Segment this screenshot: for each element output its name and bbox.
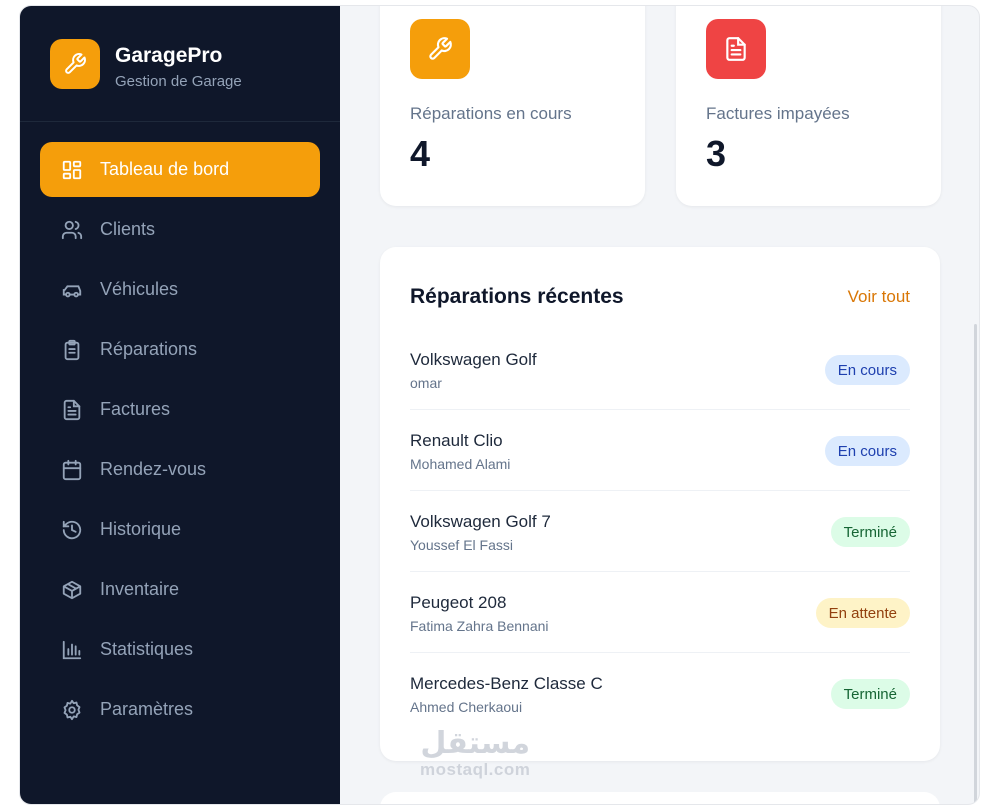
vehicle-name: Volkswagen Golf 7	[410, 512, 551, 531]
brand-subtitle: Gestion de Garage	[115, 73, 242, 90]
sidebar-item-tableau-de-bord[interactable]: Tableau de bord	[40, 142, 320, 197]
watermark: مستقل mostaql.com	[420, 728, 530, 780]
watermark-latin: mostaql.com	[420, 760, 531, 779]
app-window: GaragePro Gestion de Garage Tableau de b…	[19, 5, 980, 805]
next-card	[380, 792, 940, 804]
sidebar-item-factures[interactable]: Factures	[40, 382, 320, 437]
file-icon	[706, 19, 766, 79]
sidebar-item-label: Inventaire	[100, 579, 180, 599]
sidebar-item-label: Réparations	[100, 339, 198, 359]
status-badge: Terminé	[830, 517, 910, 547]
list-item[interactable]: Volkswagen Golf omar En cours	[410, 329, 910, 410]
list-item[interactable]: Peugeot 208 Fatima Zahra Bennani En atte…	[410, 572, 910, 653]
main-content: Réparations en cours 4 Factures impayées…	[340, 6, 979, 804]
sidebar: GaragePro Gestion de Garage Tableau de b…	[20, 6, 340, 804]
vehicle-name: Volkswagen Golf	[410, 350, 537, 369]
clipboard-icon	[60, 338, 84, 362]
stat-label: Factures impayées	[706, 104, 850, 123]
vehicle-name: Renault Clio	[410, 431, 503, 450]
file-icon	[60, 398, 84, 422]
brand-name: GaragePro	[115, 44, 223, 67]
list-item[interactable]: Renault Clio Mohamed Alami En cours	[410, 410, 910, 491]
repairs-list: Volkswagen Golf omar En cours Renault Cl…	[410, 329, 910, 734]
stat-value: 3	[706, 133, 727, 174]
client-name: omar	[410, 375, 442, 391]
sidebar-item-label: Historique	[100, 519, 182, 539]
client-name: Fatima Zahra Bennani	[410, 618, 549, 634]
panel-title: Réparations récentes	[410, 285, 624, 308]
stat-value: 4	[410, 133, 431, 174]
list-item[interactable]: Volkswagen Golf 7 Youssef El Fassi Termi…	[410, 491, 910, 572]
sidebar-item-label: Paramètres	[100, 699, 194, 719]
sidebar-item-inventaire[interactable]: Inventaire	[40, 562, 320, 617]
client-name: Youssef El Fassi	[410, 537, 513, 553]
scrollbar[interactable]	[974, 324, 977, 804]
dashboard-icon	[60, 158, 84, 182]
bar-chart-icon	[60, 638, 84, 662]
watermark-arabic: مستقل	[420, 727, 531, 760]
sidebar-item-label: Véhicules	[100, 279, 179, 299]
sidebar-item-label: Statistiques	[100, 639, 194, 659]
stat-label: Réparations en cours	[410, 104, 572, 123]
sidebar-item-reparations[interactable]: Réparations	[40, 322, 320, 377]
status-badge: En cours	[824, 355, 910, 385]
sidebar-item-clients[interactable]: Clients	[40, 202, 320, 257]
stat-card-reparations-en-cours: Réparations en cours 4	[380, 6, 645, 206]
sidebar-item-label: Rendez-vous	[100, 459, 207, 479]
stat-card-factures-impayees: Factures impayées 3	[676, 6, 941, 206]
list-item[interactable]: Mercedes-Benz Classe C Ahmed Cherkaoui T…	[410, 653, 910, 734]
view-all-link[interactable]: Voir tout	[848, 287, 910, 307]
sidebar-item-label: Clients	[100, 219, 156, 239]
status-badge: En attente	[815, 598, 910, 628]
status-badge: En cours	[824, 436, 910, 466]
calendar-icon	[60, 458, 84, 482]
sidebar-item-statistiques[interactable]: Statistiques	[40, 622, 320, 677]
vehicle-name: Mercedes-Benz Classe C	[410, 674, 603, 693]
recent-repairs-panel: Réparations récentes Voir tout Volkswage…	[380, 247, 940, 761]
wrench-icon	[410, 19, 470, 79]
sidebar-item-label: Tableau de bord	[100, 159, 230, 179]
client-name: Mohamed Alami	[410, 456, 511, 472]
sidebar-item-parametres[interactable]: Paramètres	[40, 682, 320, 737]
gear-icon	[60, 698, 84, 722]
sidebar-item-label: Factures	[100, 399, 171, 419]
wrench-icon	[50, 39, 100, 89]
car-icon	[60, 278, 84, 302]
sidebar-nav: Tableau de bord Clients Véhicules Répara…	[40, 142, 320, 742]
users-icon	[60, 218, 84, 242]
sidebar-item-vehicules[interactable]: Véhicules	[40, 262, 320, 317]
sidebar-item-rendez-vous[interactable]: Rendez-vous	[40, 442, 320, 497]
history-icon	[60, 518, 84, 542]
status-badge: Terminé	[830, 679, 910, 709]
box-icon	[60, 578, 84, 602]
client-name: Ahmed Cherkaoui	[410, 699, 523, 715]
brand-header: GaragePro Gestion de Garage	[20, 6, 340, 122]
sidebar-item-historique[interactable]: Historique	[40, 502, 320, 557]
vehicle-name: Peugeot 208	[410, 593, 507, 612]
